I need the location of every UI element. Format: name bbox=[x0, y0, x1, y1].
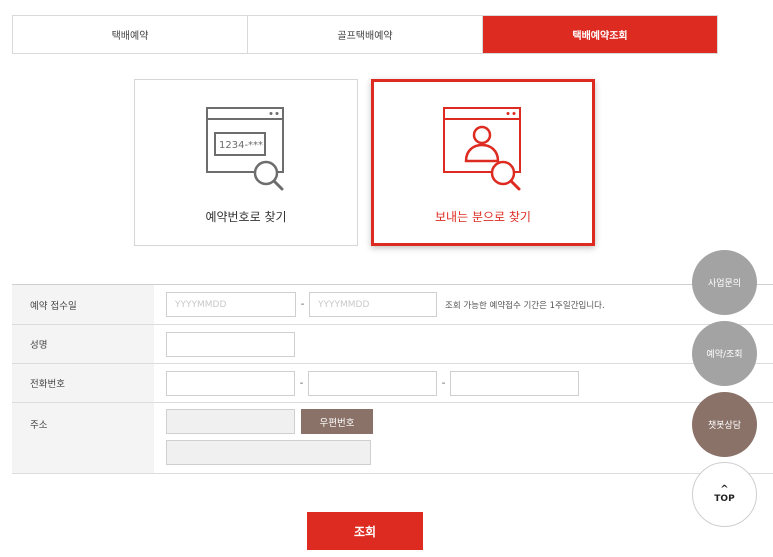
zipcode-button[interactable]: 우편번호 bbox=[301, 409, 373, 434]
phone-input-1[interactable] bbox=[166, 370, 295, 396]
form-row-name: 성명 bbox=[12, 325, 773, 364]
chevron-up-icon: ^ bbox=[720, 483, 729, 495]
phone-input-2[interactable] bbox=[308, 370, 437, 396]
form-row-date: 예약 접수일 YYYYMMDD - YYYYMMDD 조회 가능한 예약접수 기… bbox=[12, 285, 773, 325]
name-input[interactable] bbox=[166, 331, 295, 357]
address-label: 주소 bbox=[12, 403, 154, 473]
reservation-lookup-button[interactable]: 예약/조회 bbox=[692, 321, 757, 386]
chatbot-button[interactable]: 챗봇상담 bbox=[692, 392, 757, 457]
window-number-search-icon: 1234-*** bbox=[206, 107, 284, 191]
phone-separator-2: - bbox=[441, 377, 446, 389]
business-inquiry-button[interactable]: 사업문의 bbox=[692, 250, 757, 315]
date-separator: - bbox=[300, 299, 305, 310]
find-by-number-label: 예약번호로 찾기 bbox=[205, 210, 287, 224]
phone-input-3[interactable] bbox=[450, 370, 579, 396]
zipcode-input[interactable] bbox=[166, 409, 295, 434]
find-by-sender-card[interactable]: 보내는 분으로 찾기 bbox=[371, 79, 595, 246]
find-by-number-card[interactable]: 1234-*** 예약번호로 찾기 bbox=[134, 79, 358, 246]
find-by-sender-label: 보내는 분으로 찾기 bbox=[435, 210, 531, 224]
date-label: 예약 접수일 bbox=[12, 285, 154, 324]
phone-label: 전화번호 bbox=[12, 364, 154, 402]
name-label: 성명 bbox=[12, 325, 154, 363]
address-input[interactable] bbox=[166, 440, 371, 465]
form-row-address: 주소 우편번호 bbox=[12, 403, 773, 474]
tab-reservation-lookup[interactable]: 택배예약조회 bbox=[483, 16, 717, 53]
date-note: 조회 가능한 예약접수 기간은 1주일간입니다. bbox=[445, 300, 605, 311]
tab-bar: 택배예약 골프택배예약 택배예약조회 bbox=[12, 15, 718, 54]
date-from-input[interactable]: YYYYMMDD bbox=[166, 292, 296, 317]
top-label: TOP bbox=[714, 493, 735, 504]
top-button[interactable]: ^ TOP bbox=[692, 462, 757, 527]
date-to-input[interactable]: YYYYMMDD bbox=[309, 292, 437, 317]
tab-parcel-reservation[interactable]: 택배예약 bbox=[13, 16, 248, 53]
phone-separator-1: - bbox=[299, 377, 304, 389]
search-button[interactable]: 조회 bbox=[307, 512, 423, 550]
icon-number-text: 1234-*** bbox=[219, 140, 263, 151]
form-row-phone: 전화번호 - - bbox=[12, 364, 773, 403]
tab-golf-parcel-reservation[interactable]: 골프택배예약 bbox=[248, 16, 483, 53]
lookup-form: 예약 접수일 YYYYMMDD - YYYYMMDD 조회 가능한 예약접수 기… bbox=[12, 284, 773, 474]
window-user-search-icon bbox=[443, 107, 521, 191]
